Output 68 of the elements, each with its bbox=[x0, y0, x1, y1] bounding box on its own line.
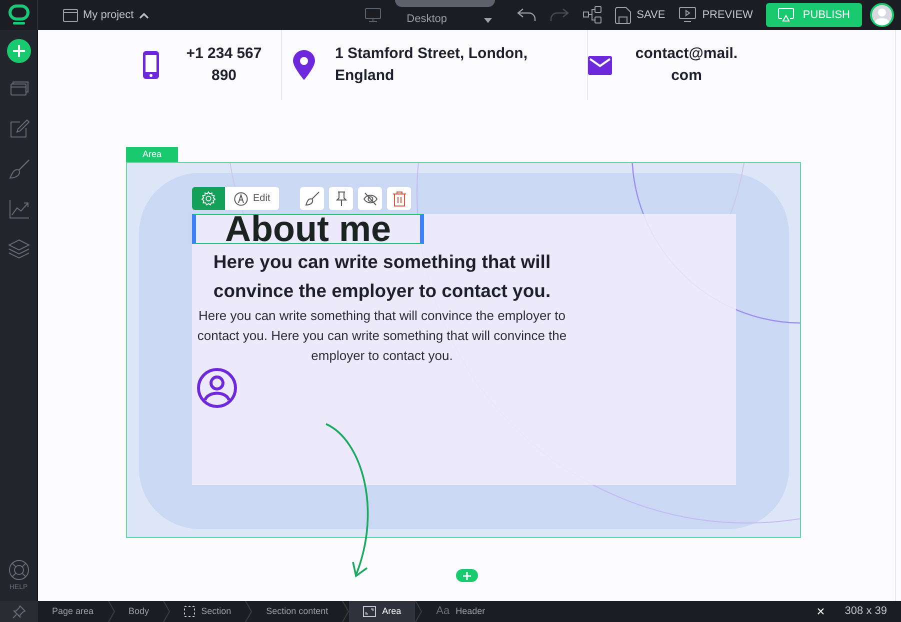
subheading: Here you can write something that will convince the employer to contact you. bbox=[212, 250, 552, 303]
heading[interactable]: About me bbox=[192, 214, 424, 244]
pushpin-icon bbox=[334, 190, 349, 206]
save-icon bbox=[614, 6, 631, 24]
undo-button[interactable] bbox=[516, 8, 537, 22]
size-readout: 308 x 39 bbox=[844, 604, 887, 620]
scrollbar[interactable] bbox=[895, 30, 901, 601]
separator-chevron-icon bbox=[245, 601, 252, 622]
lifebuoy-icon[interactable] bbox=[8, 558, 30, 580]
trash-icon bbox=[392, 190, 407, 206]
pushpin-icon bbox=[12, 604, 26, 618]
body-text: Here you can write something that will convince the employer to contact you. Here you can write something that will convince the employer to contact you. bbox=[196, 307, 568, 365]
add-button[interactable] bbox=[6, 39, 30, 63]
device-dropdown[interactable]: Desktop bbox=[406, 2, 492, 28]
resize-frame-icon bbox=[363, 606, 376, 617]
breadcrumb-item[interactable]: Aa Header bbox=[422, 601, 500, 622]
edit-icon[interactable] bbox=[8, 118, 30, 140]
pin-button[interactable] bbox=[329, 187, 354, 210]
separator-chevron-icon bbox=[108, 601, 115, 622]
plus-icon bbox=[463, 572, 471, 580]
chart-icon[interactable] bbox=[8, 198, 30, 220]
separator-chevron-icon bbox=[415, 601, 422, 622]
breadcrumb-item[interactable]: Section bbox=[170, 601, 246, 622]
close-button[interactable]: × bbox=[816, 601, 825, 622]
sitemap-button[interactable] bbox=[582, 6, 603, 24]
breadcrumb-item[interactable]: Body bbox=[114, 601, 164, 622]
broadcast-icon bbox=[778, 8, 794, 22]
project-menu[interactable]: My project bbox=[63, 6, 149, 24]
pen-circle-icon bbox=[234, 192, 248, 206]
delete-button[interactable] bbox=[387, 187, 412, 210]
separator-chevron-icon bbox=[163, 601, 170, 622]
settings-button[interactable] bbox=[192, 187, 225, 210]
avatar-icon bbox=[870, 3, 894, 27]
phone-icon bbox=[143, 51, 159, 79]
brush-button[interactable] bbox=[300, 187, 324, 210]
undo-icon bbox=[516, 8, 537, 22]
gear-icon bbox=[201, 191, 216, 206]
contact-text: +1 234 567 890 bbox=[185, 44, 263, 86]
separator-chevron-icon bbox=[342, 601, 350, 622]
contact-text: contact@mail.com bbox=[634, 44, 739, 86]
breadcrumb-item[interactable]: Page area bbox=[38, 601, 108, 622]
eye-slash-icon bbox=[362, 190, 378, 206]
brush-icon[interactable] bbox=[8, 158, 30, 180]
layers-icon[interactable] bbox=[8, 238, 30, 260]
breadcrumb-item[interactable]: Area bbox=[349, 601, 416, 622]
plus-icon bbox=[12, 45, 24, 57]
breadcrumb-item[interactable]: Section content bbox=[252, 601, 342, 622]
area-label: Area bbox=[126, 147, 178, 162]
envelope-icon bbox=[588, 56, 612, 74]
window-icon bbox=[63, 8, 78, 22]
redo-icon bbox=[548, 8, 569, 22]
collapse-tab[interactable] bbox=[394, 0, 495, 7]
play-screen-icon bbox=[679, 7, 696, 23]
save-button[interactable]: SAVE bbox=[614, 6, 666, 24]
hide-button[interactable] bbox=[358, 187, 382, 210]
add-section-button[interactable] bbox=[456, 569, 478, 582]
brush-icon bbox=[304, 190, 320, 206]
contact-text: 1 Stamford Street, London, England bbox=[335, 44, 529, 86]
chevron-up-icon bbox=[138, 12, 149, 18]
dashed-square-icon bbox=[184, 606, 196, 617]
sitemap-icon bbox=[582, 6, 603, 24]
map-pin-icon bbox=[293, 50, 315, 80]
user-circle-icon bbox=[196, 367, 238, 409]
preview-button[interactable]: PREVIEW bbox=[679, 6, 753, 24]
text-style-icon: Aa bbox=[436, 603, 450, 620]
redo-button[interactable] bbox=[548, 8, 569, 22]
monitor-icon bbox=[364, 8, 381, 22]
caret-icon bbox=[484, 16, 492, 22]
